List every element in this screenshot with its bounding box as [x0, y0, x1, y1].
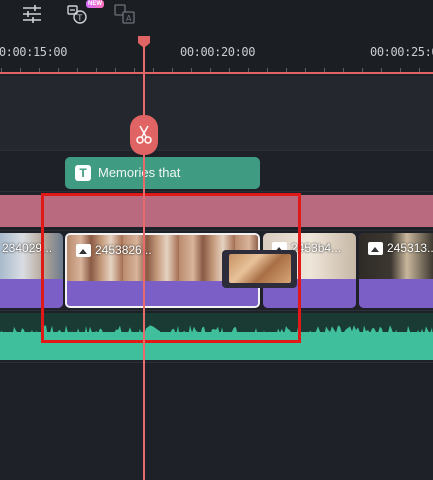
- ruler-label-20s: 00:00:20:00: [180, 45, 256, 59]
- scissors-icon: [136, 125, 152, 144]
- ruler-label-25s: 00:00:25:00: [370, 45, 433, 59]
- playhead-line[interactable]: [143, 44, 145, 480]
- translate-icon[interactable]: A: [113, 3, 137, 25]
- title-clip[interactable]: T Memories that: [65, 157, 260, 189]
- work-area-bar: [0, 72, 433, 74]
- track-divider: [0, 362, 433, 363]
- split-scissors-button[interactable]: [130, 115, 158, 155]
- timeline-toolbar: T NEW A: [0, 0, 433, 30]
- clip-audio-bar: [359, 279, 433, 308]
- track-divider: [0, 191, 433, 192]
- sliders-adjust-icon[interactable]: [20, 3, 44, 25]
- svg-text:A: A: [126, 14, 132, 23]
- title-type-icon: T: [75, 165, 91, 181]
- ruler-label-15s: 00:00:15:00: [0, 45, 68, 59]
- empty-track-area: [0, 76, 433, 150]
- new-badge: NEW: [86, 0, 104, 8]
- selection-highlight-box: [41, 193, 301, 343]
- time-ruler[interactable]: 00:00:15:00 00:00:20:00 00:00:25:00: [0, 30, 433, 74]
- svg-text:T: T: [76, 14, 82, 23]
- clip-name: 245313...: [387, 241, 433, 255]
- image-icon: [368, 242, 383, 255]
- clip-thumbnail: [359, 233, 433, 279]
- timeline-editor: T NEW A 00:00:15:00 00:00:20:00 00:00:25…: [0, 0, 433, 480]
- video-clip[interactable]: 245313...: [359, 233, 433, 308]
- playhead-handle[interactable]: [137, 36, 151, 48]
- track-divider: [0, 150, 433, 151]
- title-clip-text: Memories that: [98, 165, 181, 180]
